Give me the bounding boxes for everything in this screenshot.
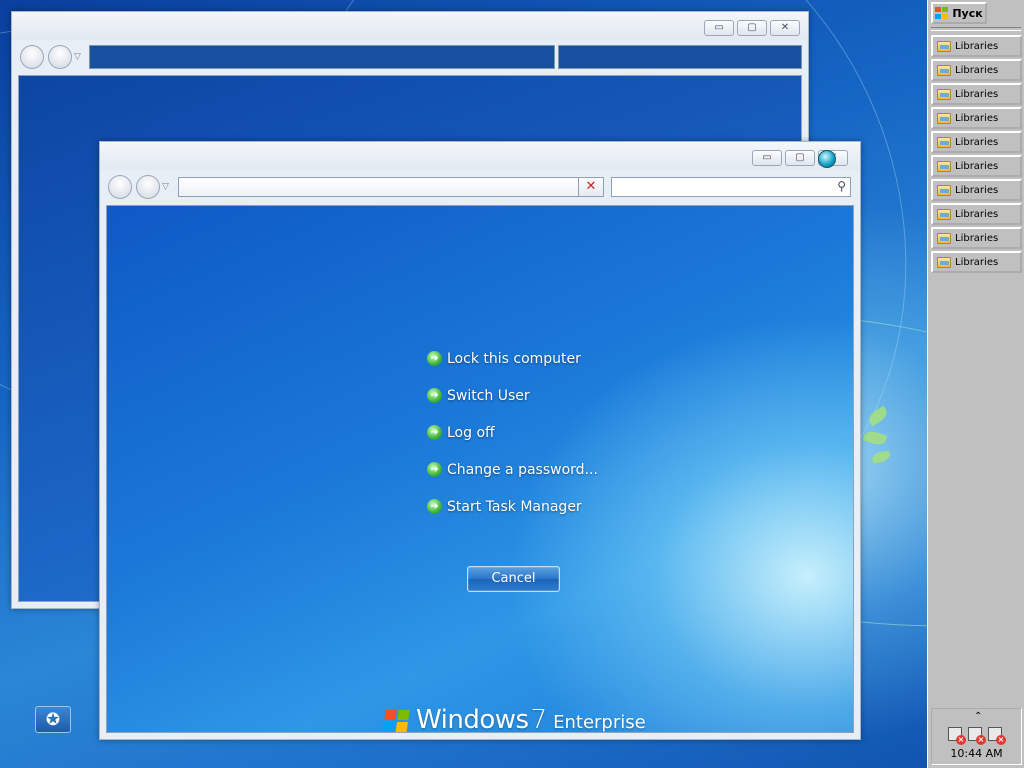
tray-icons: × × × [948, 727, 1006, 745]
taskbar-item-label: Libraries [955, 208, 999, 220]
maximize-button[interactable]: ▢ [785, 150, 815, 166]
taskbar-item-label: Libraries [955, 40, 999, 52]
forward-button[interactable] [136, 175, 160, 199]
brand-edition: Enterprise [553, 712, 646, 733]
folder-icon [937, 64, 951, 76]
navigation-buttons: ▽ [20, 45, 81, 69]
taskbar-item[interactable]: Libraries [931, 155, 1022, 177]
back-button[interactable] [20, 45, 44, 69]
taskbar-item-label: Libraries [955, 136, 999, 148]
lock-computer-option[interactable]: ➜ Lock this computer [427, 340, 598, 377]
option-label: Start Task Manager [447, 498, 582, 515]
window-titlebar[interactable] [100, 142, 860, 170]
desktop: ▭ ▢ ✕ ▽ ▭ ▢ ✕ ▽ ▾ ✕ [0, 0, 1024, 768]
brand-version: 7 [530, 705, 548, 733]
minimize-button[interactable]: ▭ [704, 20, 734, 36]
green-arrow-icon: ➜ [427, 388, 442, 403]
address-bar[interactable] [89, 45, 555, 69]
clock[interactable]: 10:44 AM [932, 747, 1021, 760]
busy-orb-icon [818, 150, 836, 168]
window-titlebar[interactable] [12, 12, 808, 40]
option-label: Switch User [447, 387, 530, 404]
folder-icon [937, 88, 951, 100]
taskbar-item[interactable]: Libraries [931, 131, 1022, 153]
maximize-button[interactable]: ▢ [737, 20, 767, 36]
taskbar-item-label: Libraries [955, 112, 999, 124]
recent-pages-dropdown-icon[interactable]: ▽ [162, 182, 169, 192]
change-password-option[interactable]: ➜ Change a password... [427, 451, 598, 488]
green-arrow-icon: ➜ [427, 425, 442, 440]
taskbar-item[interactable]: Libraries [931, 83, 1022, 105]
taskbar-buttons: Libraries Libraries Libraries Libraries … [931, 35, 1022, 275]
taskbar-item-label: Libraries [955, 256, 999, 268]
windows-flag-icon [382, 710, 411, 732]
option-label: Change a password... [447, 461, 598, 478]
taskbar-item-label: Libraries [955, 160, 999, 172]
log-off-option[interactable]: ➜ Log off [427, 414, 598, 451]
start-label: Пуск [952, 6, 983, 20]
brand-word: Windows [416, 705, 529, 733]
taskbar-item-label: Libraries [955, 88, 999, 100]
forward-button[interactable] [48, 45, 72, 69]
stop-button[interactable]: ✕ [578, 177, 604, 197]
switch-user-option[interactable]: ➜ Switch User [427, 377, 598, 414]
navigation-buttons: ▽ [108, 175, 169, 199]
start-button[interactable]: Пуск [931, 2, 987, 24]
search-icon[interactable]: ⚲ [837, 179, 846, 193]
folder-icon [937, 184, 951, 196]
taskbar-item[interactable]: Libraries [931, 251, 1022, 273]
green-arrow-icon: ➜ [427, 351, 442, 366]
taskbar-item-label: Libraries [955, 64, 999, 76]
folder-icon [937, 40, 951, 52]
ease-of-access-icon: ✪ [45, 709, 61, 730]
windows-branding: Windows 7 Enterprise [382, 705, 646, 733]
action-center-warning-icon[interactable]: × [948, 727, 966, 745]
security-options-window[interactable]: ▭ ▢ ✕ ▽ ▾ ✕ ⚲ ➜ Lock this computer [99, 141, 861, 740]
taskbar-item[interactable]: Libraries [931, 179, 1022, 201]
green-arrow-icon: ➜ [427, 462, 442, 477]
cancel-button[interactable]: Cancel [467, 566, 560, 592]
folder-icon [937, 256, 951, 268]
option-label: Lock this computer [447, 350, 581, 367]
security-options-list: ➜ Lock this computer ➜ Switch User ➜ Log… [427, 340, 598, 525]
search-box[interactable] [558, 45, 802, 69]
taskbar-item-label: Libraries [955, 232, 999, 244]
search-box[interactable]: ⚲ [611, 177, 851, 197]
minimize-button[interactable]: ▭ [752, 150, 782, 166]
security-screen: ➜ Lock this computer ➜ Switch User ➜ Log… [106, 205, 854, 733]
ease-of-access-button[interactable]: ✪ [35, 706, 71, 733]
taskbar-item[interactable]: Libraries [931, 227, 1022, 249]
taskbar-item[interactable]: Libraries [931, 59, 1022, 81]
option-label: Log off [447, 424, 495, 441]
network-disconnected-icon[interactable]: × [968, 727, 986, 745]
taskbar: Пуск Libraries Libraries Libraries Libra… [927, 0, 1024, 768]
close-button[interactable]: ✕ [770, 20, 800, 36]
folder-icon [937, 136, 951, 148]
taskbar-item[interactable]: Libraries [931, 203, 1022, 225]
caption-buttons: ▭ ▢ ✕ [704, 20, 800, 36]
volume-muted-icon[interactable]: × [988, 727, 1006, 745]
taskbar-item[interactable]: Libraries [931, 107, 1022, 129]
green-arrow-icon: ➜ [427, 499, 442, 514]
start-task-manager-option[interactable]: ➜ Start Task Manager [427, 488, 598, 525]
windows-logo-icon [935, 6, 949, 20]
recent-pages-dropdown-icon[interactable]: ▽ [74, 52, 81, 62]
taskbar-divider [931, 27, 1021, 31]
folder-icon [937, 160, 951, 172]
show-hidden-icons-button[interactable]: ⌃ [974, 711, 982, 722]
back-button[interactable] [108, 175, 132, 199]
folder-icon [937, 208, 951, 220]
folder-icon [937, 112, 951, 124]
taskbar-item-label: Libraries [955, 184, 999, 196]
folder-icon [937, 232, 951, 244]
address-bar[interactable]: ▾ [178, 177, 604, 197]
taskbar-item[interactable]: Libraries [931, 35, 1022, 57]
notification-area: ⌃ × × × 10:44 AM [931, 708, 1022, 765]
